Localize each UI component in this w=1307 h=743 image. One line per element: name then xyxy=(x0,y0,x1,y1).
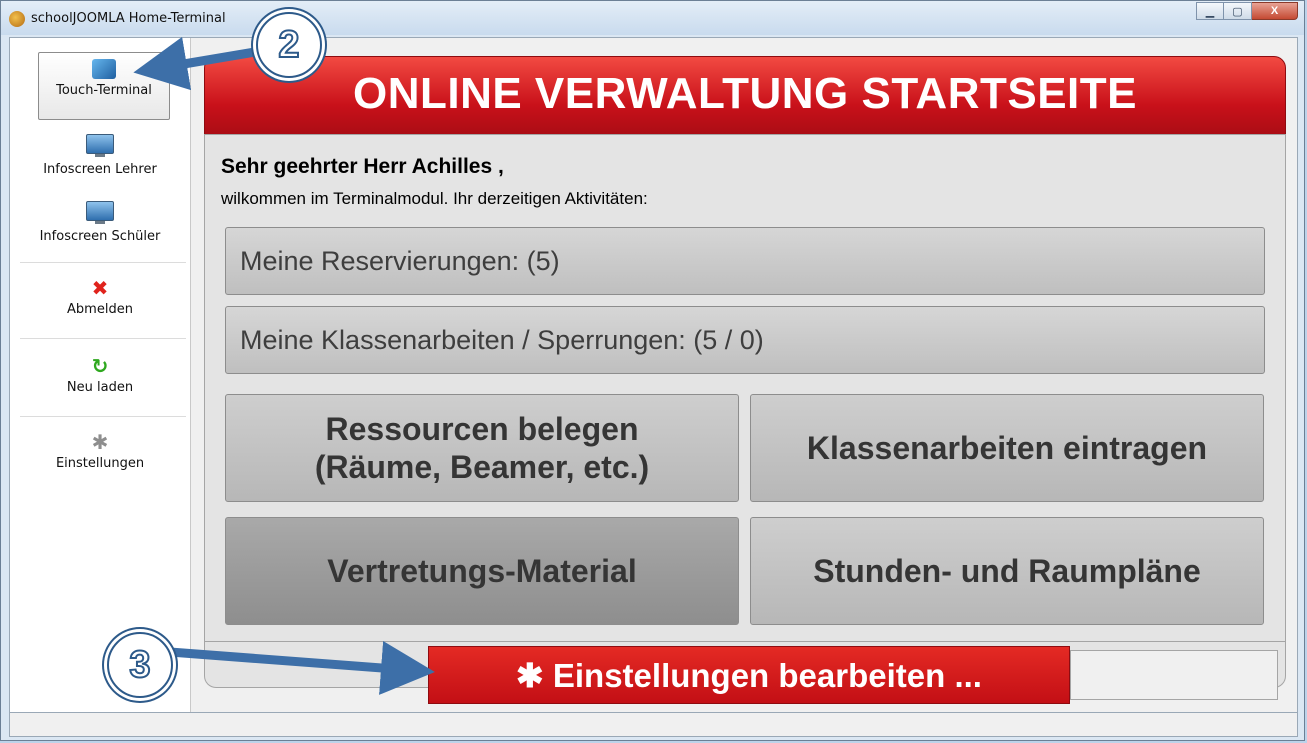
callout-number: 2 xyxy=(256,12,322,78)
callout-arrows xyxy=(133,36,435,695)
callout-number: 3 xyxy=(107,632,173,698)
arrow-to-touch-terminal xyxy=(133,36,260,91)
arrow-to-settings xyxy=(165,641,435,695)
